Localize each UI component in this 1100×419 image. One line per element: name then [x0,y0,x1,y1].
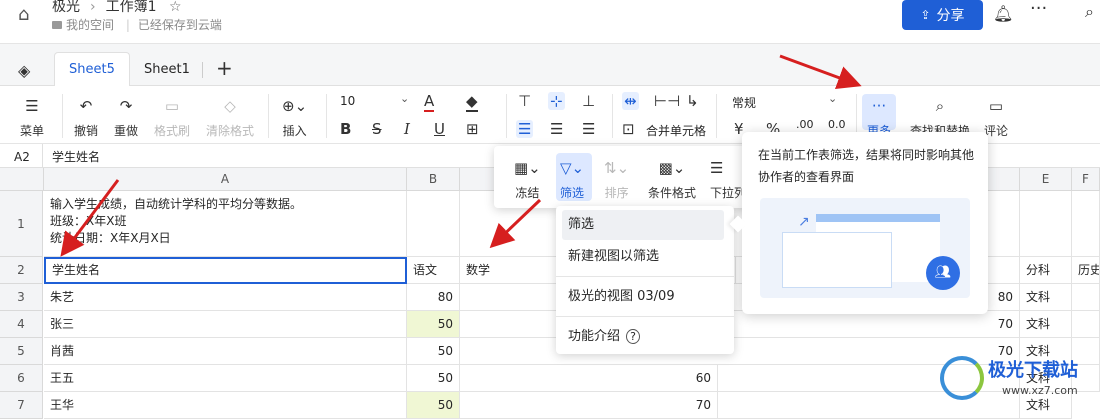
watermark-title: 极光下载站 [988,360,1078,381]
arrow-to-more [779,54,862,90]
annotation-arrows [60,54,862,257]
arrow-to-cell [60,179,120,257]
watermark-url: www.xz7.com [1002,384,1078,397]
watermark-logo [940,356,984,400]
watermark: 极光下载站 www.xz7.com [940,352,1100,409]
arrow-to-filter [489,198,542,249]
